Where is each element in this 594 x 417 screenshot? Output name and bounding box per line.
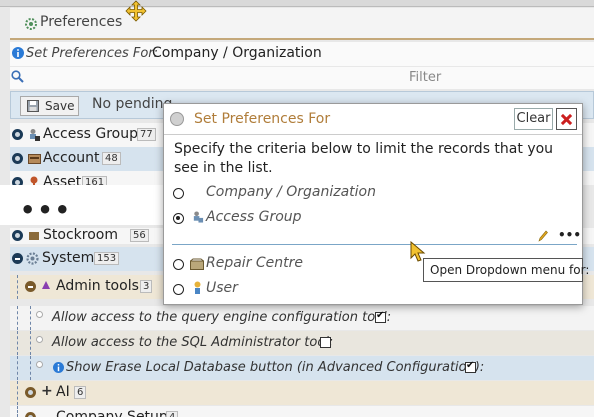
clear-button[interactable]: Clear (514, 108, 553, 130)
repair-centre-icon (190, 258, 204, 270)
tree-item-label: Company Setup (56, 409, 168, 417)
leaf-node-icon (36, 311, 43, 318)
count-badge: 56 (130, 229, 149, 242)
count-badge: 3 (140, 280, 153, 293)
pencil-icon[interactable] (538, 230, 548, 242)
save-disk-icon (27, 100, 39, 112)
option-label[interactable]: Company / Organization (206, 184, 376, 200)
collapse-toggle-icon[interactable] (12, 253, 23, 264)
radio-company-organization[interactable] (173, 188, 184, 199)
tree-guide-line (30, 356, 31, 380)
tree-item-label: Asset (43, 174, 82, 185)
tree-guide-line (17, 406, 18, 417)
radio-repair-centre[interactable] (173, 259, 184, 270)
count-badge: 48 (102, 152, 121, 165)
tree-guide-line (30, 306, 31, 330)
tree-item-label: AI (56, 384, 70, 400)
tooltip: Open Dropdown menu for: (423, 258, 589, 282)
collapse-toggle-icon[interactable] (25, 281, 36, 292)
setting-checkbox[interactable] (465, 360, 476, 373)
set-preferences-for-row: Set Preferences For: Company / Organizat… (10, 42, 594, 66)
dropdown-field[interactable] (172, 244, 577, 245)
filter-label: Filter (409, 70, 442, 85)
count-badge: 6 (74, 386, 87, 399)
set-preferences-for-label: Set Preferences For: (26, 46, 159, 61)
info-icon (12, 47, 24, 59)
option-label[interactable]: Access Group (206, 209, 302, 225)
tree-guide-line (17, 275, 18, 299)
count-badge: 153 (94, 252, 120, 265)
tree-guide-line (17, 356, 18, 380)
setting-label: Show Erase Local Database button (in Adv… (66, 360, 485, 375)
close-icon[interactable] (556, 108, 577, 130)
save-button[interactable]: Save (20, 96, 79, 116)
gear-icon (25, 18, 37, 30)
tree-guide-line (17, 331, 18, 355)
move-cursor-icon (125, 0, 147, 22)
info-icon (53, 362, 64, 373)
stockroom-icon (29, 232, 39, 240)
setting-checkbox[interactable] (375, 310, 386, 323)
access-group-icon (30, 129, 40, 141)
setting-row[interactable]: Allow access to the SQL Administrator to… (10, 331, 594, 355)
access-group-icon (193, 211, 204, 223)
top-strip (0, 0, 594, 7)
ai-icon: + (41, 383, 53, 399)
tree-item-label: Admin tools (56, 278, 139, 294)
option-label[interactable]: User (206, 280, 238, 296)
leaf-node-icon (36, 361, 43, 368)
expand-toggle-icon[interactable] (25, 412, 36, 417)
page-title: Preferences (40, 14, 123, 30)
more-options-icon[interactable]: ••• (558, 228, 581, 242)
system-gear-icon (26, 252, 39, 265)
tree-guide-line (30, 331, 31, 355)
more-options-icon[interactable]: ••• (20, 196, 72, 224)
dialog-title: Set Preferences For (194, 111, 331, 127)
tree-item-label: Stockroom (43, 228, 118, 243)
pending-status: No pending (92, 96, 173, 112)
admin-tools-icon (42, 281, 50, 289)
preferences-header: Preferences (10, 8, 594, 40)
account-icon (28, 154, 41, 164)
search-icon (11, 70, 24, 83)
dialog-description: Specify the criteria below to limit the … (174, 141, 554, 176)
setting-label: Allow access to the SQL Administrator to… (52, 335, 334, 350)
radio-user[interactable] (173, 284, 184, 295)
count-badge: 77 (137, 128, 156, 141)
leaf-node-icon (36, 336, 43, 343)
count-badge: 161 (82, 176, 108, 185)
expand-toggle-icon[interactable] (12, 230, 23, 241)
option-label[interactable]: Repair Centre (206, 255, 303, 271)
setting-row[interactable]: Show Erase Local Database button (in Adv… (10, 356, 594, 380)
set-preferences-for-value[interactable]: Company / Organization (152, 45, 322, 61)
tree-item-label: Account (43, 150, 100, 166)
expand-toggle-icon[interactable] (12, 129, 23, 140)
tree-guide-line (17, 381, 18, 405)
radio-access-group[interactable] (173, 213, 184, 224)
dialog-icon (170, 112, 184, 126)
tree-item-label: Access Group (43, 126, 138, 142)
setting-row[interactable]: Allow access to the query engine configu… (10, 306, 594, 330)
expand-toggle-icon[interactable] (12, 177, 23, 185)
filter-row[interactable]: Filter (10, 67, 594, 89)
setting-checkbox[interactable] (320, 337, 331, 348)
setting-label: Allow access to the query engine configu… (52, 310, 392, 325)
user-icon (194, 281, 201, 294)
expand-toggle-icon[interactable] (25, 387, 36, 398)
count-badge: 4 (166, 411, 179, 417)
asset-icon (30, 176, 38, 185)
save-button-label: Save (45, 99, 75, 113)
tree-item-ai[interactable]: + AI 6 (10, 381, 594, 405)
tree-item-company-setup[interactable]: Company Setup 4 (10, 406, 594, 417)
tree-item-label: System (42, 250, 95, 266)
dialog-divider (164, 134, 582, 135)
tree-guide-line (17, 306, 18, 330)
expand-toggle-icon[interactable] (12, 153, 23, 164)
